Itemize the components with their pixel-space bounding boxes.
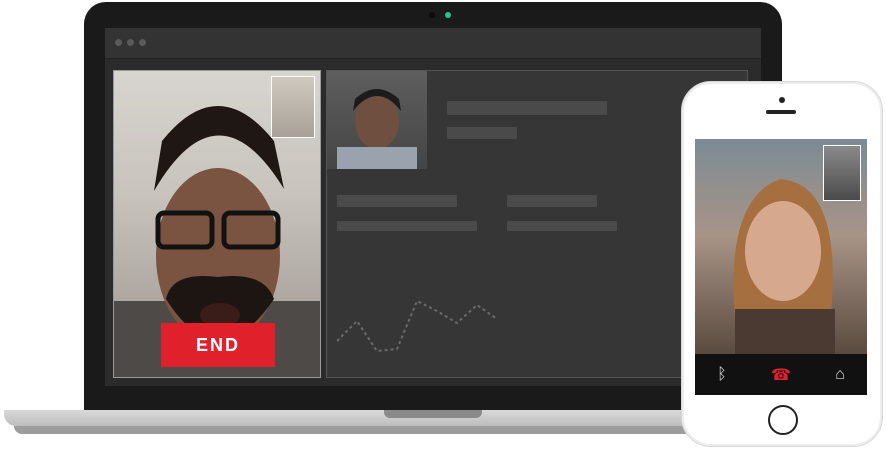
laptop-screen: END: [105, 28, 761, 386]
switch-camera-icon[interactable]: ⌂: [835, 366, 845, 384]
window-dot[interactable]: [139, 39, 146, 46]
phone-self-view[interactable]: [823, 145, 861, 201]
hangup-icon[interactable]: ☎: [771, 365, 791, 385]
phone-home-button[interactable]: [768, 405, 798, 435]
bluetooth-icon[interactable]: ᛒ: [717, 366, 727, 384]
end-call-button[interactable]: END: [161, 323, 275, 367]
window-dot[interactable]: [115, 39, 122, 46]
participant-avatar: [337, 89, 417, 169]
laptop: END: [84, 2, 782, 412]
phone-video-feed: [695, 139, 867, 354]
phone-call-controls: ᛒ ☎ ⌂: [695, 354, 867, 395]
phone-screen: ᛒ ☎ ⌂: [695, 139, 867, 395]
main-video-feed: END: [113, 70, 321, 378]
trend-sparkline: [337, 299, 497, 353]
laptop-camera: [429, 12, 435, 18]
phone-speaker: [766, 110, 796, 114]
participant-thumbnail[interactable]: [327, 71, 427, 169]
window-dot[interactable]: [127, 39, 134, 46]
phone-camera: [779, 97, 785, 103]
smartphone: ᛒ ☎ ⌂: [681, 81, 883, 447]
laptop-notch: [384, 410, 482, 418]
self-view-thumbnail[interactable]: [271, 76, 315, 138]
browser-toolbar: [105, 28, 761, 59]
laptop-camera-led: [445, 12, 451, 18]
